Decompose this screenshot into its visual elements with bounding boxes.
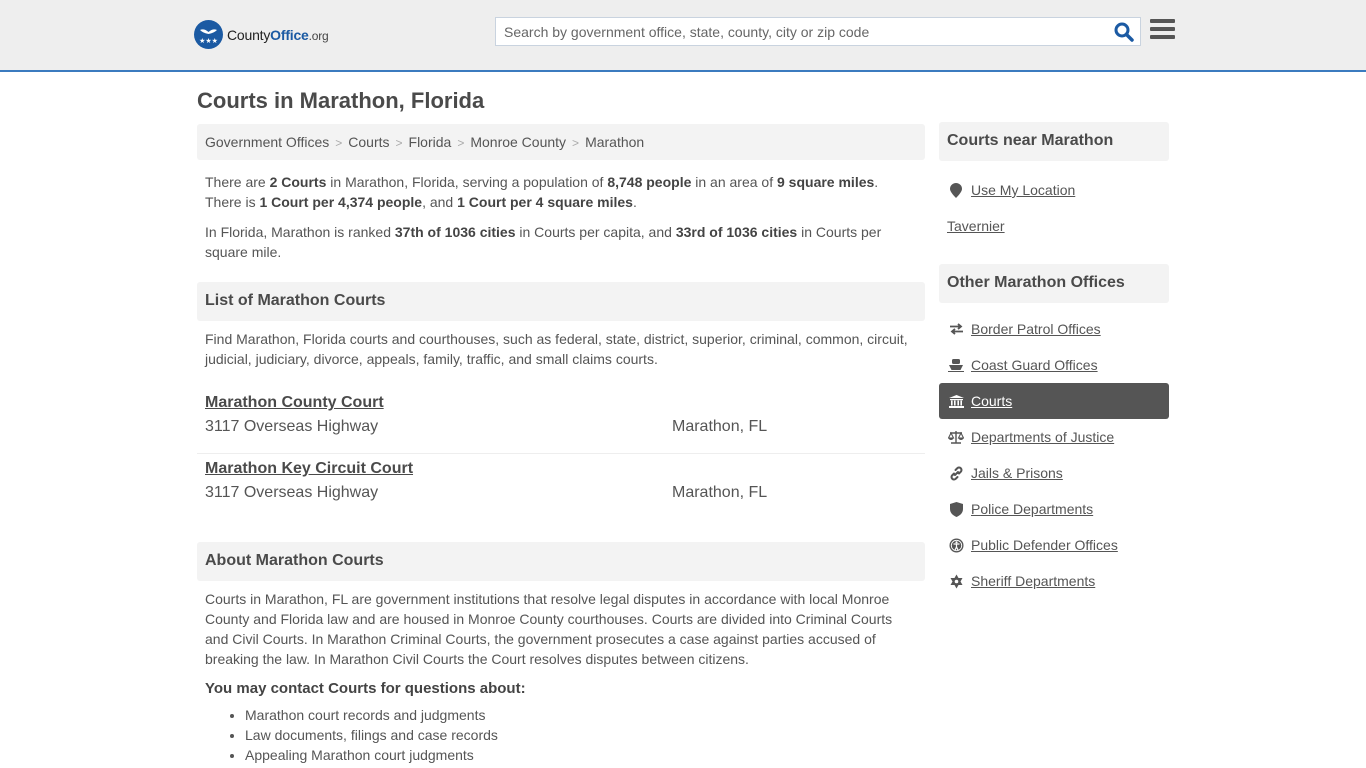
other-offices-list: Border Patrol Offices Coast Guard Offices… (939, 311, 1169, 599)
text-span: In Florida, Marathon is ranked (205, 224, 395, 240)
contact-topic-item: Law documents, filings and case records (245, 725, 925, 745)
highlight-stat: 33rd of 1036 cities (675, 224, 798, 240)
summary-rankings: In Florida, Marathon is ranked 37th of 1… (197, 222, 925, 262)
court-city: Marathon, FL (672, 484, 768, 501)
main-content: Government Offices > Courts > Florida > Monroe… (197, 124, 925, 765)
highlight-stat: 1 Court per 4 square miles (457, 194, 633, 210)
search-input[interactable] (496, 18, 1096, 45)
sheriff-star-icon (947, 573, 965, 589)
nearby-city-link[interactable]: Tavernier (947, 218, 1005, 234)
sidebar-office-link[interactable]: Public Defender Offices (971, 537, 1118, 553)
court-list-item: Marathon County Court 3117 Overseas High… (197, 388, 925, 453)
eagle-logo-icon: ★★★ (194, 20, 223, 49)
breadcrumb: Government Offices > Courts > Florida > Monroe… (197, 124, 925, 160)
court-name-link[interactable]: Marathon County Court (205, 394, 384, 412)
breadcrumb-separator-icon: > (457, 136, 465, 150)
logo-text: CountyOffice.org (227, 26, 329, 43)
text-span: . (632, 194, 637, 210)
breadcrumb-separator-icon: > (572, 136, 580, 150)
breadcrumb-link[interactable]: Government Offices (205, 134, 329, 150)
site-logo[interactable]: ★★★ CountyOffice.org (194, 20, 329, 49)
text-span: in Marathon, Florida, serving a populati… (326, 174, 608, 190)
breadcrumb-link[interactable]: Florida (409, 134, 452, 150)
person-circle-icon (947, 537, 965, 553)
contact-topic-item: Appealing Marathon court judgments (245, 745, 925, 765)
contact-topic-item: Marathon court records and judgments (245, 705, 925, 725)
sidebar-office-link[interactable]: Border Patrol Offices (971, 321, 1101, 337)
other-offices-title: Other Marathon Offices (939, 264, 1169, 303)
breadcrumb-link[interactable]: Marathon (585, 134, 644, 150)
about-section-title: About Marathon Courts (197, 542, 925, 581)
shield-icon (947, 501, 965, 517)
court-name-link[interactable]: Marathon Key Circuit Court (205, 460, 413, 478)
sidebar-office-item: Coast Guard Offices (939, 347, 1169, 383)
breadcrumb-separator-icon: > (395, 136, 403, 150)
court-city: Marathon, FL (672, 418, 768, 435)
sidebar-office-item: Public Defender Offices (939, 527, 1169, 563)
sidebar-office-link[interactable]: Jails & Prisons (971, 465, 1063, 481)
sidebar: Courts near Marathon Use My Location Tav… (939, 122, 1169, 599)
scales-icon (947, 429, 965, 445)
text-span: , and (422, 194, 458, 210)
sidebar-office-link[interactable]: Sheriff Departments (971, 573, 1095, 589)
text-span: in an area of (691, 174, 777, 190)
court-address: 3117 Overseas Highway (205, 484, 379, 501)
sidebar-office-link[interactable]: Courts (971, 393, 1012, 409)
top-header: ★★★ CountyOffice.org (0, 0, 1366, 72)
sidebar-office-item: Departments of Justice (939, 419, 1169, 455)
contact-heading: You may contact Courts for questions abo… (205, 680, 526, 697)
svg-text:★★★: ★★★ (199, 37, 218, 45)
sidebar-office-link[interactable]: Police Departments (971, 501, 1093, 517)
sidebar-office-item: Jails & Prisons (939, 455, 1169, 491)
highlight-stat: 2 Courts (269, 174, 327, 190)
highlight-stat: 8,748 people (607, 174, 692, 190)
text-span: in Courts per capita, and (515, 224, 676, 240)
hamburger-icon (1150, 19, 1175, 23)
highlight-stat: 9 square miles (777, 174, 875, 190)
sidebar-office-item: Police Departments (939, 491, 1169, 527)
sidebar-office-item: Border Patrol Offices (939, 311, 1169, 347)
courthouse-icon (947, 393, 965, 409)
court-list-item: Marathon Key Circuit Court 3117 Overseas… (197, 453, 925, 518)
search-button[interactable] (1114, 22, 1134, 42)
sidebar-office-link[interactable]: Coast Guard Offices (971, 357, 1098, 373)
sidebar-office-link[interactable]: Departments of Justice (971, 429, 1114, 445)
court-list: Marathon County Court 3117 Overseas High… (197, 388, 925, 518)
summary-stats: There are 2 Courts in Marathon, Florida,… (197, 172, 925, 212)
list-section-description: Find Marathon, Florida courts and courth… (205, 331, 908, 367)
breadcrumb-link[interactable]: Monroe County (470, 134, 566, 150)
search-box (495, 17, 1141, 46)
about-section-body: Courts in Marathon, FL are government in… (205, 591, 893, 667)
highlight-stat: 37th of 1036 cities (394, 224, 516, 240)
ship-icon (947, 357, 965, 373)
text-span: There are (205, 174, 270, 190)
sidebar-office-item: Sheriff Departments (939, 563, 1169, 599)
map-pin-icon (947, 182, 965, 198)
use-my-location-item: Use My Location (939, 172, 1169, 208)
court-address: 3117 Overseas Highway (205, 418, 379, 435)
use-my-location-link[interactable]: Use My Location (971, 182, 1075, 198)
search-icon (1114, 22, 1134, 42)
list-section-title: List of Marathon Courts (197, 282, 925, 321)
courts-near-title: Courts near Marathon (939, 122, 1169, 161)
hamburger-menu-button[interactable] (1150, 19, 1175, 41)
breadcrumb-separator-icon: > (335, 136, 343, 150)
page-title: Courts in Marathon, Florida (197, 88, 485, 113)
nearby-city-item: Tavernier (939, 208, 1169, 244)
breadcrumb-link[interactable]: Courts (348, 134, 389, 150)
chain-link-icon (947, 465, 965, 481)
highlight-stat: 1 Court per 4,374 people (259, 194, 423, 210)
sidebar-office-item: Courts (939, 383, 1169, 419)
contact-topics-list: Marathon court records and judgments Law… (197, 705, 925, 765)
arrows-exchange-icon (947, 321, 965, 337)
